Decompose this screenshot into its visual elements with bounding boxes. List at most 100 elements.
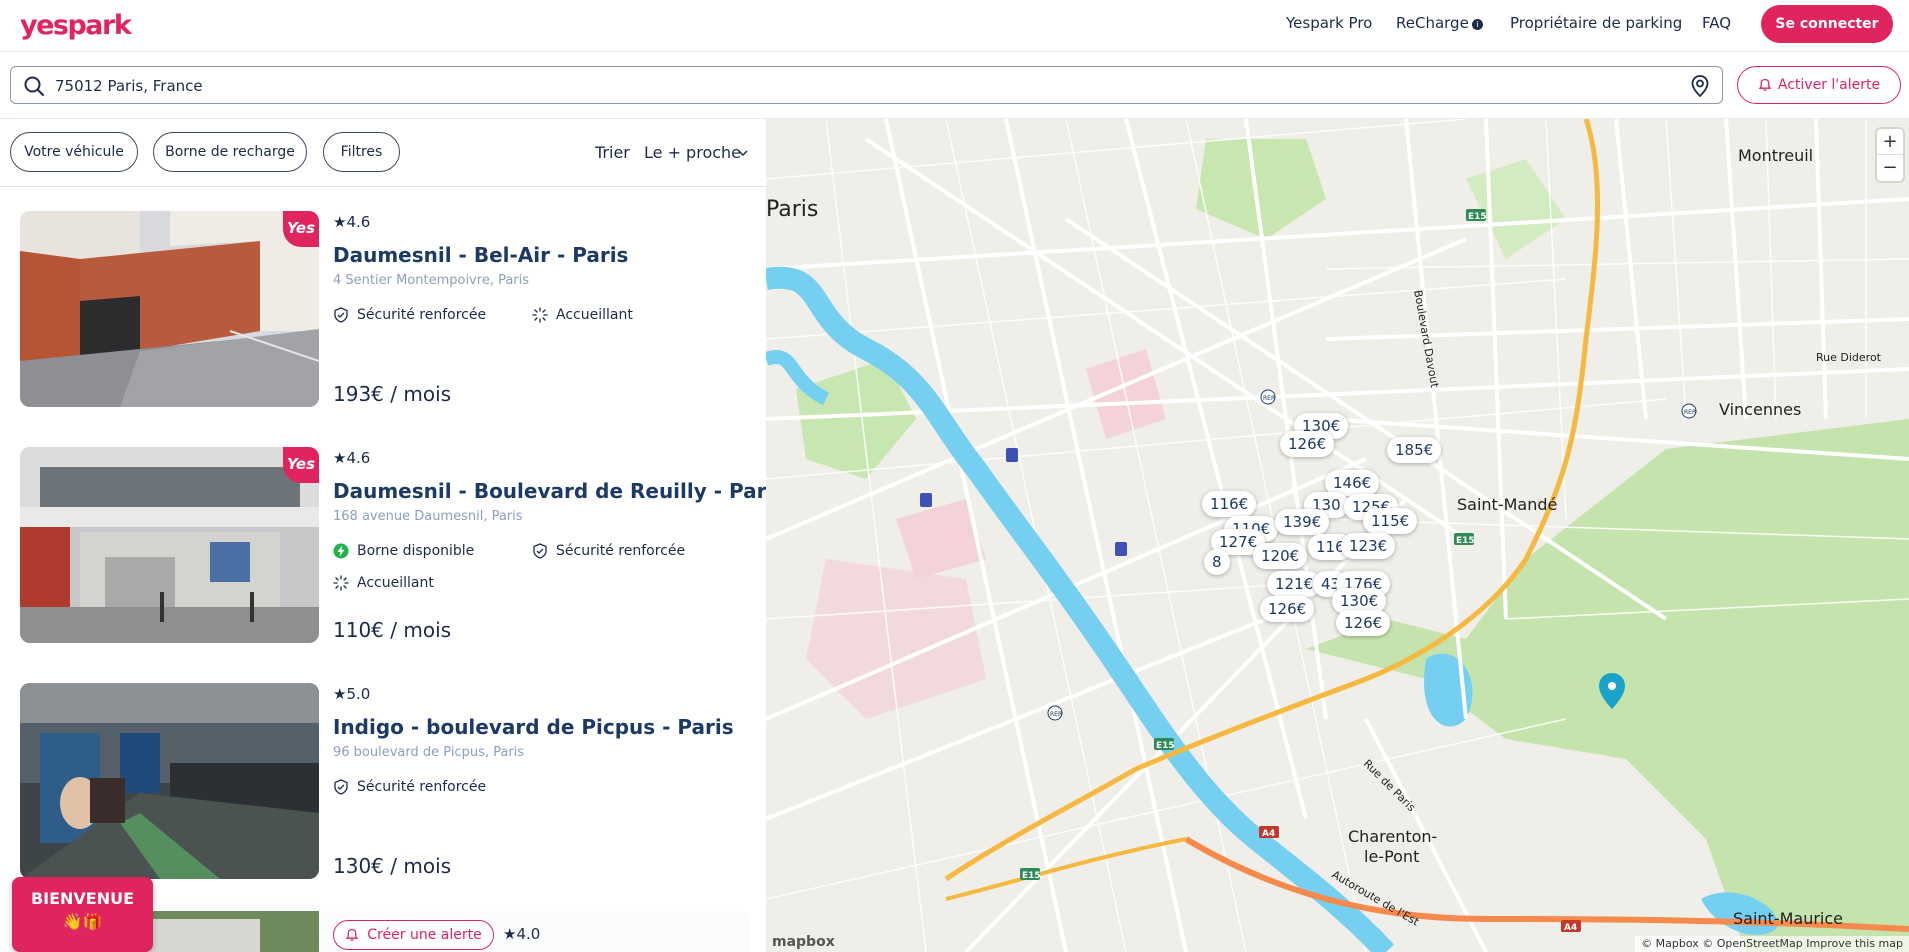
shield-icon bbox=[334, 779, 348, 795]
zoom-control: + − bbox=[1877, 129, 1903, 181]
price-marker[interactable]: 116€ bbox=[1202, 491, 1257, 517]
price-marker[interactable]: 115€ bbox=[1363, 508, 1418, 534]
nav-yespark-pro[interactable]: Yespark Pro bbox=[1286, 14, 1372, 32]
welcome-emoji: 👋🎁 bbox=[62, 912, 103, 931]
parking-address: 96 boulevard de Picpus, Paris bbox=[333, 745, 525, 760]
road-badge: E15 bbox=[1468, 212, 1487, 222]
parking-price: 193€ / mois bbox=[333, 382, 452, 406]
rer-icon: RER bbox=[1050, 711, 1062, 718]
price-marker[interactable]: 120€ bbox=[1253, 543, 1308, 569]
feature-security: Sécurité renforcée bbox=[532, 543, 685, 559]
rating-value: 5.0 bbox=[346, 685, 371, 703]
top-header: yespark Yespark Pro ReCharge i Propriétai… bbox=[0, 0, 1909, 52]
map-attribution[interactable]: © Mapbox © OpenStreetMap Improve this ma… bbox=[1635, 936, 1909, 952]
create-alert-label: Créer une alerte bbox=[367, 927, 482, 943]
price-marker[interactable]: 126€ bbox=[1336, 610, 1391, 636]
feature-charger: Borne disponible bbox=[333, 543, 474, 559]
map-label-street: Rue Diderot bbox=[1816, 351, 1881, 364]
map-label-paris: Paris bbox=[766, 197, 819, 222]
map-label-vincennes: Vincennes bbox=[1719, 400, 1802, 419]
parking-card[interactable]: Yes ★4.6 Daumesnil - Bel-Air - Paris 4 S… bbox=[20, 211, 750, 407]
parking-title[interactable]: Indigo - boulevard de Picpus - Paris bbox=[333, 715, 734, 739]
parking-card[interactable]: ★5.0 Indigo - boulevard de Picpus - Pari… bbox=[20, 683, 750, 879]
road-badge: A4 bbox=[1262, 829, 1275, 839]
shield-icon bbox=[533, 543, 547, 559]
filters-button[interactable]: Filtres bbox=[323, 132, 400, 172]
price-marker[interactable]: 126€ bbox=[1280, 431, 1335, 457]
charger-filter-button[interactable]: Borne de recharge bbox=[153, 132, 307, 172]
parking-photo: Yes bbox=[20, 447, 319, 643]
parking-photo: Yes bbox=[20, 211, 319, 407]
parking-card[interactable]: Yes ★4.6 Daumesnil - Boulevard de Reuill… bbox=[20, 447, 766, 643]
mapbox-logo[interactable]: mapbox bbox=[772, 934, 835, 950]
yes-badge: Yes bbox=[283, 211, 319, 247]
rating-value: 4.6 bbox=[346, 449, 371, 467]
search-input[interactable] bbox=[55, 75, 1655, 97]
feature-label: Borne disponible bbox=[357, 543, 475, 559]
price-marker[interactable]: 8 bbox=[1204, 549, 1230, 575]
map-label-le-pont: le-Pont bbox=[1364, 847, 1420, 866]
sort-label: Trier bbox=[595, 143, 630, 162]
feature-welcoming: Accueillant bbox=[532, 307, 633, 323]
feature-welcoming: Accueillant bbox=[333, 575, 434, 591]
parking-list: Yes ★4.6 Daumesnil - Bel-Air - Paris 4 S… bbox=[0, 188, 766, 952]
activate-alert-label: Activer l'alerte bbox=[1777, 77, 1881, 93]
sparkle-icon bbox=[532, 307, 548, 323]
feature-label: Accueillant bbox=[357, 575, 434, 591]
price-marker[interactable]: 185€ bbox=[1387, 437, 1442, 463]
road-badge: E15 bbox=[1022, 871, 1041, 881]
feature-label: Sécurité renforcée bbox=[357, 779, 487, 795]
shield-icon bbox=[334, 307, 348, 323]
welcome-title: BIENVENUE bbox=[30, 889, 135, 908]
create-alert-button[interactable]: Créer une alerte bbox=[333, 920, 494, 950]
feature-label: Sécurité renforcée bbox=[357, 307, 487, 323]
parking-title[interactable]: Daumesnil - Bel-Air - Paris bbox=[333, 243, 628, 267]
activate-alert-button[interactable]: Activer l'alerte bbox=[1737, 66, 1901, 104]
bell-icon bbox=[346, 928, 359, 941]
vehicle-filter-button[interactable]: Votre véhicule bbox=[10, 132, 138, 172]
login-button[interactable]: Se connecter bbox=[1761, 5, 1893, 43]
nav-parking-owner[interactable]: Propriétaire de parking bbox=[1510, 14, 1682, 32]
welcome-badge[interactable]: BIENVENUE 👋🎁 bbox=[12, 877, 153, 952]
price-marker[interactable]: 126€ bbox=[1260, 596, 1315, 622]
info-icon: i bbox=[1471, 19, 1483, 30]
map-label-saint-mande: Saint-Mandé bbox=[1457, 495, 1558, 514]
yes-badge: Yes bbox=[283, 447, 319, 483]
parking-title[interactable]: Daumesnil - Boulevard de Reuilly - Paris bbox=[333, 479, 766, 503]
parking-address: 168 avenue Daumesnil, Paris bbox=[333, 509, 523, 524]
price-marker[interactable]: 123€ bbox=[1341, 533, 1396, 559]
locate-icon[interactable] bbox=[1688, 74, 1712, 98]
zoom-out-button[interactable]: − bbox=[1877, 155, 1903, 181]
sort-select[interactable]: Le + proche bbox=[644, 143, 741, 162]
road-badge: A4 bbox=[1564, 923, 1577, 933]
bell-icon bbox=[1758, 78, 1772, 91]
feature-label: Accueillant bbox=[556, 307, 633, 323]
rating-value: 4.0 bbox=[516, 925, 541, 943]
map-label-montreuil: Montreuil bbox=[1738, 146, 1814, 165]
zoom-in-button[interactable]: + bbox=[1877, 129, 1903, 155]
search-row: Activer l'alerte bbox=[0, 53, 1909, 119]
rer-icon: RER bbox=[1684, 409, 1696, 416]
chevron-down-icon[interactable] bbox=[737, 147, 749, 159]
rating: ★4.0 bbox=[503, 925, 541, 943]
lightning-icon bbox=[333, 543, 349, 559]
rating: ★4.6 bbox=[333, 213, 371, 231]
road-badge: E15 bbox=[1156, 741, 1175, 751]
yespark-logo[interactable]: yespark bbox=[20, 10, 132, 41]
rating: ★4.6 bbox=[333, 449, 371, 467]
map[interactable]: E15 E15 E15 E15 A4 A4 RER RER RER Paris … bbox=[766, 119, 1909, 952]
price-marker[interactable]: 139€ bbox=[1275, 509, 1330, 535]
filter-bar: Votre véhicule Borne de recharge Filtres… bbox=[0, 119, 766, 187]
rating: ★5.0 bbox=[333, 685, 371, 703]
sparkle-icon bbox=[333, 575, 349, 591]
search-box[interactable] bbox=[10, 66, 1723, 104]
rating-value: 4.6 bbox=[346, 213, 371, 231]
nav-faq[interactable]: FAQ bbox=[1702, 14, 1731, 32]
search-icon bbox=[24, 76, 44, 96]
feature-label: Sécurité renforcée bbox=[556, 543, 686, 559]
map-label-charenton: Charenton- bbox=[1348, 827, 1438, 846]
nav-recharge[interactable]: ReCharge i bbox=[1396, 14, 1483, 32]
parking-photo bbox=[20, 683, 319, 879]
parking-address: 4 Sentier Montempoivre, Paris bbox=[333, 273, 530, 288]
parking-price: 130€ / mois bbox=[333, 854, 452, 878]
